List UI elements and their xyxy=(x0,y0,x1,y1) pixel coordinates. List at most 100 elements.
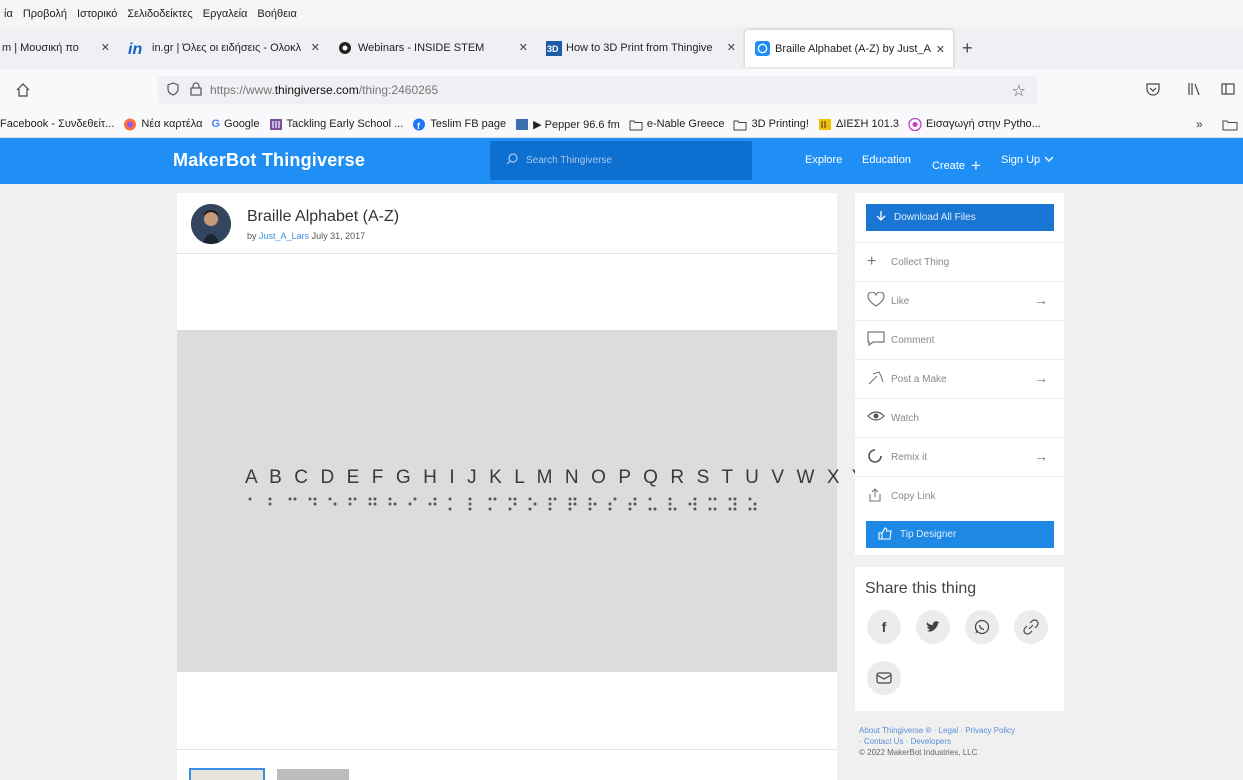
collect-label: Collect Thing xyxy=(891,256,950,268)
braille-cell-r xyxy=(588,497,597,511)
braille-dot xyxy=(613,497,617,501)
url-text: https://www.thingiverse.com/thing:246026… xyxy=(210,83,438,97)
library-icon[interactable] xyxy=(1186,81,1202,102)
site-search-input[interactable]: Search Thingiverse xyxy=(490,141,752,180)
menu-file[interactable]: ία xyxy=(4,8,13,20)
braille-dot xyxy=(508,507,512,511)
share-title: Share this thing xyxy=(865,580,977,597)
close-icon[interactable]: ✕ xyxy=(727,41,736,54)
remix-button[interactable]: Remix it → xyxy=(855,437,1064,476)
braille-cell-e xyxy=(328,497,337,506)
braille-dot xyxy=(748,497,752,501)
braille-dot xyxy=(533,502,537,506)
bookmark-item[interactable]: Tackling Early School ... xyxy=(269,118,403,131)
footer-links-2[interactable]: · Contact Us · Developers xyxy=(859,736,1064,747)
lock-icon[interactable] xyxy=(190,81,202,99)
tracking-shield-icon[interactable] xyxy=(166,81,180,99)
braille-dot xyxy=(728,507,732,511)
nav-education[interactable]: Education xyxy=(862,154,911,166)
menu-tools[interactable]: Εργαλεία xyxy=(203,8,248,20)
bookmark-item[interactable]: Facebook - Συνδεθείτ... xyxy=(0,118,114,130)
braille-cell-w xyxy=(688,497,697,511)
menu-bookmarks[interactable]: Σελιδοδείκτες xyxy=(127,8,192,20)
braille-dot xyxy=(448,497,452,501)
star-icon[interactable]: ☆ xyxy=(1012,81,1026,101)
thumbs-up-icon xyxy=(878,526,892,543)
link-share-icon[interactable] xyxy=(1014,610,1048,644)
tab-music[interactable]: m | Μουσική πο ✕ xyxy=(0,28,118,68)
close-icon[interactable]: ✕ xyxy=(101,41,110,54)
header-divider xyxy=(177,253,837,254)
bookmark-item[interactable]: 3D Printing! xyxy=(733,118,809,131)
facebook-share-icon[interactable]: f xyxy=(867,610,901,644)
twitter-share-icon[interactable] xyxy=(916,610,950,644)
thumbnail[interactable] xyxy=(277,769,349,780)
menu-history[interactable]: Ιστορικό xyxy=(77,8,117,20)
browser-window: { "menu": ["ία", "Προβολή", "Ιστορικό", … xyxy=(0,0,1243,780)
braille-dot xyxy=(733,502,737,506)
bookmark-item[interactable]: Εισαγωγή στην Pytho... xyxy=(908,117,1041,131)
comment-button[interactable]: Comment xyxy=(855,320,1064,359)
watch-button[interactable]: Watch xyxy=(855,398,1064,437)
braille-cell-c xyxy=(288,497,297,501)
footer-links-1[interactable]: About Thingiverse ® · Legal · Privacy Po… xyxy=(859,725,1064,736)
tab-3d-print[interactable]: 3D How to 3D Print from Thingive ✕ xyxy=(536,28,744,68)
bookmark-item[interactable]: f Teslim FB page xyxy=(412,118,506,131)
close-icon[interactable]: ✕ xyxy=(519,41,528,54)
thumbnail-selected[interactable] xyxy=(189,768,265,780)
braille-dot xyxy=(468,497,472,501)
thing-image[interactable]: A B C D E F G H I J K L M N O P Q R S T … xyxy=(177,330,888,672)
post-make-button[interactable]: Post a Make → xyxy=(855,359,1064,398)
like-button[interactable]: Like → xyxy=(855,281,1064,320)
close-icon[interactable]: ✕ xyxy=(311,41,320,54)
author-link[interactable]: Just_A_Lars xyxy=(259,231,309,241)
bookmark-item[interactable]: e-Nable Greece xyxy=(629,118,725,131)
search-placeholder: Search Thingiverse xyxy=(526,155,612,166)
navigation-bar: https://www.thingiverse.com/thing:246026… xyxy=(0,69,1243,111)
braille-dot xyxy=(368,497,372,501)
bookmark-label: e-Nable Greece xyxy=(646,118,725,130)
email-share-icon[interactable] xyxy=(867,661,901,695)
download-all-button[interactable]: Download All Files xyxy=(866,204,1054,231)
bookmark-label: Νέα καρτέλα xyxy=(141,118,203,130)
nav-explore[interactable]: Explore xyxy=(805,154,842,166)
tab-in-gr[interactable]: in in.gr | Όλες οι ειδήσεις - Ολοκλ ✕ xyxy=(118,28,328,68)
menu-view[interactable]: Προβολή xyxy=(23,8,67,20)
braille-dot xyxy=(388,497,392,501)
nav-create-label: Create xyxy=(932,160,966,172)
site-logo[interactable]: MakerBot Thingiverse xyxy=(173,150,365,171)
other-bookmarks-folder-icon[interactable] xyxy=(1222,118,1238,134)
bookmark-item[interactable]: ΔΙΕΣΗ 101.3 xyxy=(818,118,899,131)
collect-button[interactable]: + Collect Thing xyxy=(855,242,1064,281)
braille-dot xyxy=(288,497,292,501)
bookmark-item[interactable]: Νέα καρτέλα xyxy=(123,118,202,131)
copy-link-button[interactable]: Copy Link xyxy=(855,476,1064,515)
sidebar-icon[interactable] xyxy=(1220,81,1236,102)
address-bar[interactable]: https://www.thingiverse.com/thing:246026… xyxy=(158,76,1038,104)
overflow-chevron-icon[interactable]: » xyxy=(1196,117,1203,131)
tab-webinars[interactable]: Webinars - INSIDE STEM ✕ xyxy=(328,28,536,68)
braille-dot xyxy=(568,502,572,506)
tab-braille[interactable]: Braille Alphabet (A-Z) by Just_A ✕ xyxy=(744,29,954,67)
braille-dot xyxy=(633,497,637,501)
braille-dot xyxy=(268,497,272,501)
menu-help[interactable]: Βοήθεια xyxy=(257,8,296,20)
nav-signup[interactable]: Sign Up xyxy=(1001,154,1054,166)
braille-dot xyxy=(608,507,612,511)
home-icon[interactable] xyxy=(15,82,31,103)
author-avatar[interactable] xyxy=(191,204,231,244)
new-tab-button[interactable]: + xyxy=(962,38,973,59)
tip-designer-button[interactable]: Tip Designer xyxy=(866,521,1054,548)
bookmark-item[interactable]: ▶ Pepper 96.6 fm xyxy=(515,118,620,131)
bookmark-item[interactable]: G Google xyxy=(211,118,259,130)
whatsapp-share-icon[interactable] xyxy=(965,610,999,644)
braille-letters: A B C D E F G H I J K L M N O P Q R S T … xyxy=(245,467,892,488)
close-icon[interactable]: ✕ xyxy=(936,43,945,56)
search-icon xyxy=(506,153,518,168)
nav-create[interactable]: Create + xyxy=(932,154,981,175)
svg-text:in: in xyxy=(128,41,142,56)
braille-dot xyxy=(468,502,472,506)
pocket-icon[interactable] xyxy=(1145,81,1161,102)
svg-text:3D: 3D xyxy=(547,44,559,54)
braille-cell-l xyxy=(468,497,472,511)
